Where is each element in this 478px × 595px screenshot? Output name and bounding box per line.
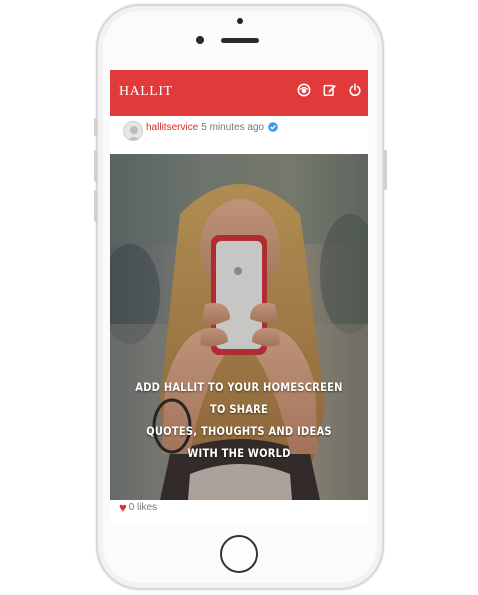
avatar[interactable] — [123, 121, 143, 141]
post-image-caption: ADD HALLIT TO YOUR HOMESCREEN TO SHARE Q… — [128, 376, 350, 464]
phone-volume-down-button — [94, 190, 97, 222]
app-title: HALLIT — [119, 84, 173, 99]
likes-count: 0 likes — [128, 502, 158, 513]
caption-line-3: WITH THE WORLD — [187, 446, 291, 460]
post-image[interactable]: ADD HALLIT TO YOUR HOMESCREEN TO SHARE Q… — [110, 154, 368, 500]
heart-icon[interactable]: ♥ — [119, 501, 127, 514]
phone-front-camera — [196, 36, 204, 44]
phone-home-button[interactable] — [220, 535, 258, 573]
caption-line-1: ADD HALLIT TO YOUR HOMESCREEN TO SHARE — [135, 380, 343, 416]
power-icon[interactable] — [347, 82, 363, 98]
post-meta: hallitservice 5 minutes ago — [146, 122, 278, 133]
edit-icon[interactable] — [322, 82, 338, 98]
post-timestamp: 5 minutes ago — [201, 122, 265, 133]
phone-power-button — [384, 150, 387, 190]
phone-sensor — [237, 18, 243, 24]
eye-icon[interactable] — [296, 82, 312, 98]
post-username[interactable]: hallitservice — [146, 122, 198, 133]
post-header: hallitservice 5 minutes ago — [110, 116, 368, 154]
post-likes: ♥ 0 likes — [119, 501, 158, 514]
phone-earpiece — [221, 38, 259, 43]
caption-line-2: QUOTES, THOUGHTS AND IDEAS — [146, 424, 332, 438]
phone-side-button — [94, 118, 97, 136]
verified-badge-icon — [268, 122, 278, 132]
app-header: HALLIT — [110, 70, 368, 116]
phone-volume-up-button — [94, 150, 97, 182]
app-screen: HALLIT hallitservice 5 minutes ago ADD H… — [110, 70, 368, 524]
